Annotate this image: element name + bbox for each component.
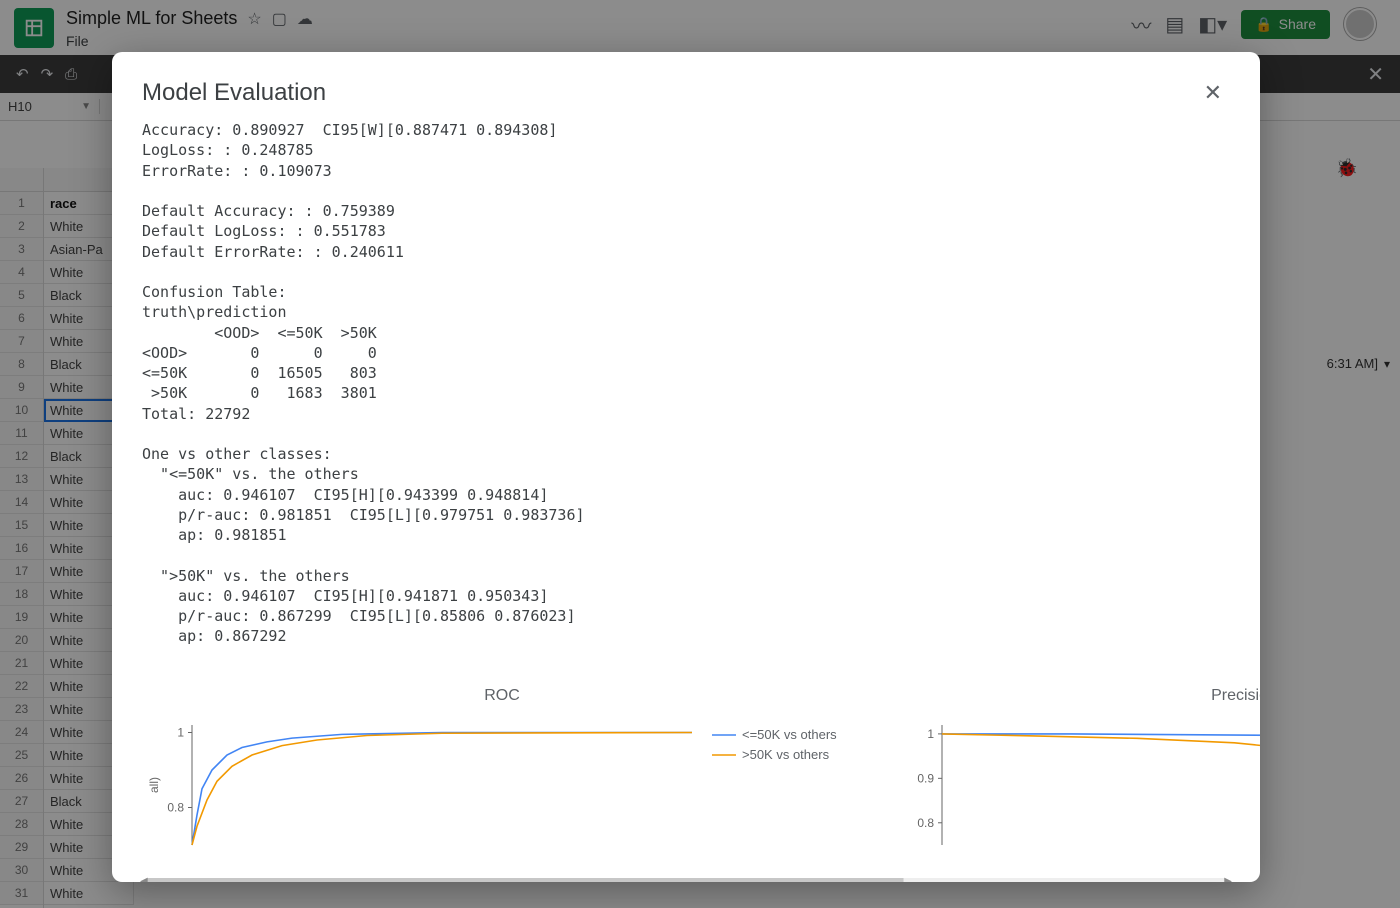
svg-text:0.8: 0.8 (167, 800, 184, 814)
horizontal-scrollbar[interactable] (142, 878, 1230, 883)
pr-chart-svg: 0.8 0.9 1 (892, 715, 1260, 865)
svg-text:1: 1 (927, 726, 934, 740)
svg-text:0.8: 0.8 (917, 815, 934, 829)
svg-text:>50K vs others: >50K vs others (742, 747, 830, 762)
model-evaluation-dialog: Model Evaluation ✕ Accuracy: 0.890927 CI… (112, 52, 1260, 882)
svg-text:1: 1 (177, 725, 184, 739)
svg-text:0.9: 0.9 (917, 771, 934, 785)
chart-pr: Precision R 0.8 0.9 1 (892, 687, 1260, 870)
svg-text:all): all) (147, 776, 161, 792)
charts-row: ROC 0.8 1 all) <=50K vs others >50K vs other… (142, 687, 1260, 870)
metrics-text: Accuracy: 0.890927 CI95[W][0.887471 0.89… (142, 120, 1230, 647)
roc-chart-svg: 0.8 1 all) <=50K vs others >50K vs others (142, 715, 862, 865)
close-icon[interactable]: ✕ (1196, 76, 1230, 110)
chart-roc: ROC 0.8 1 all) <=50K vs others >50K vs other… (142, 687, 862, 870)
dialog-title: Model Evaluation (142, 79, 326, 107)
chart-roc-title: ROC (142, 687, 862, 705)
svg-text:<=50K vs others: <=50K vs others (742, 727, 837, 742)
chart-pr-title: Precision R (892, 687, 1260, 705)
dialog-body[interactable]: Accuracy: 0.890927 CI95[W][0.887471 0.89… (112, 120, 1260, 882)
